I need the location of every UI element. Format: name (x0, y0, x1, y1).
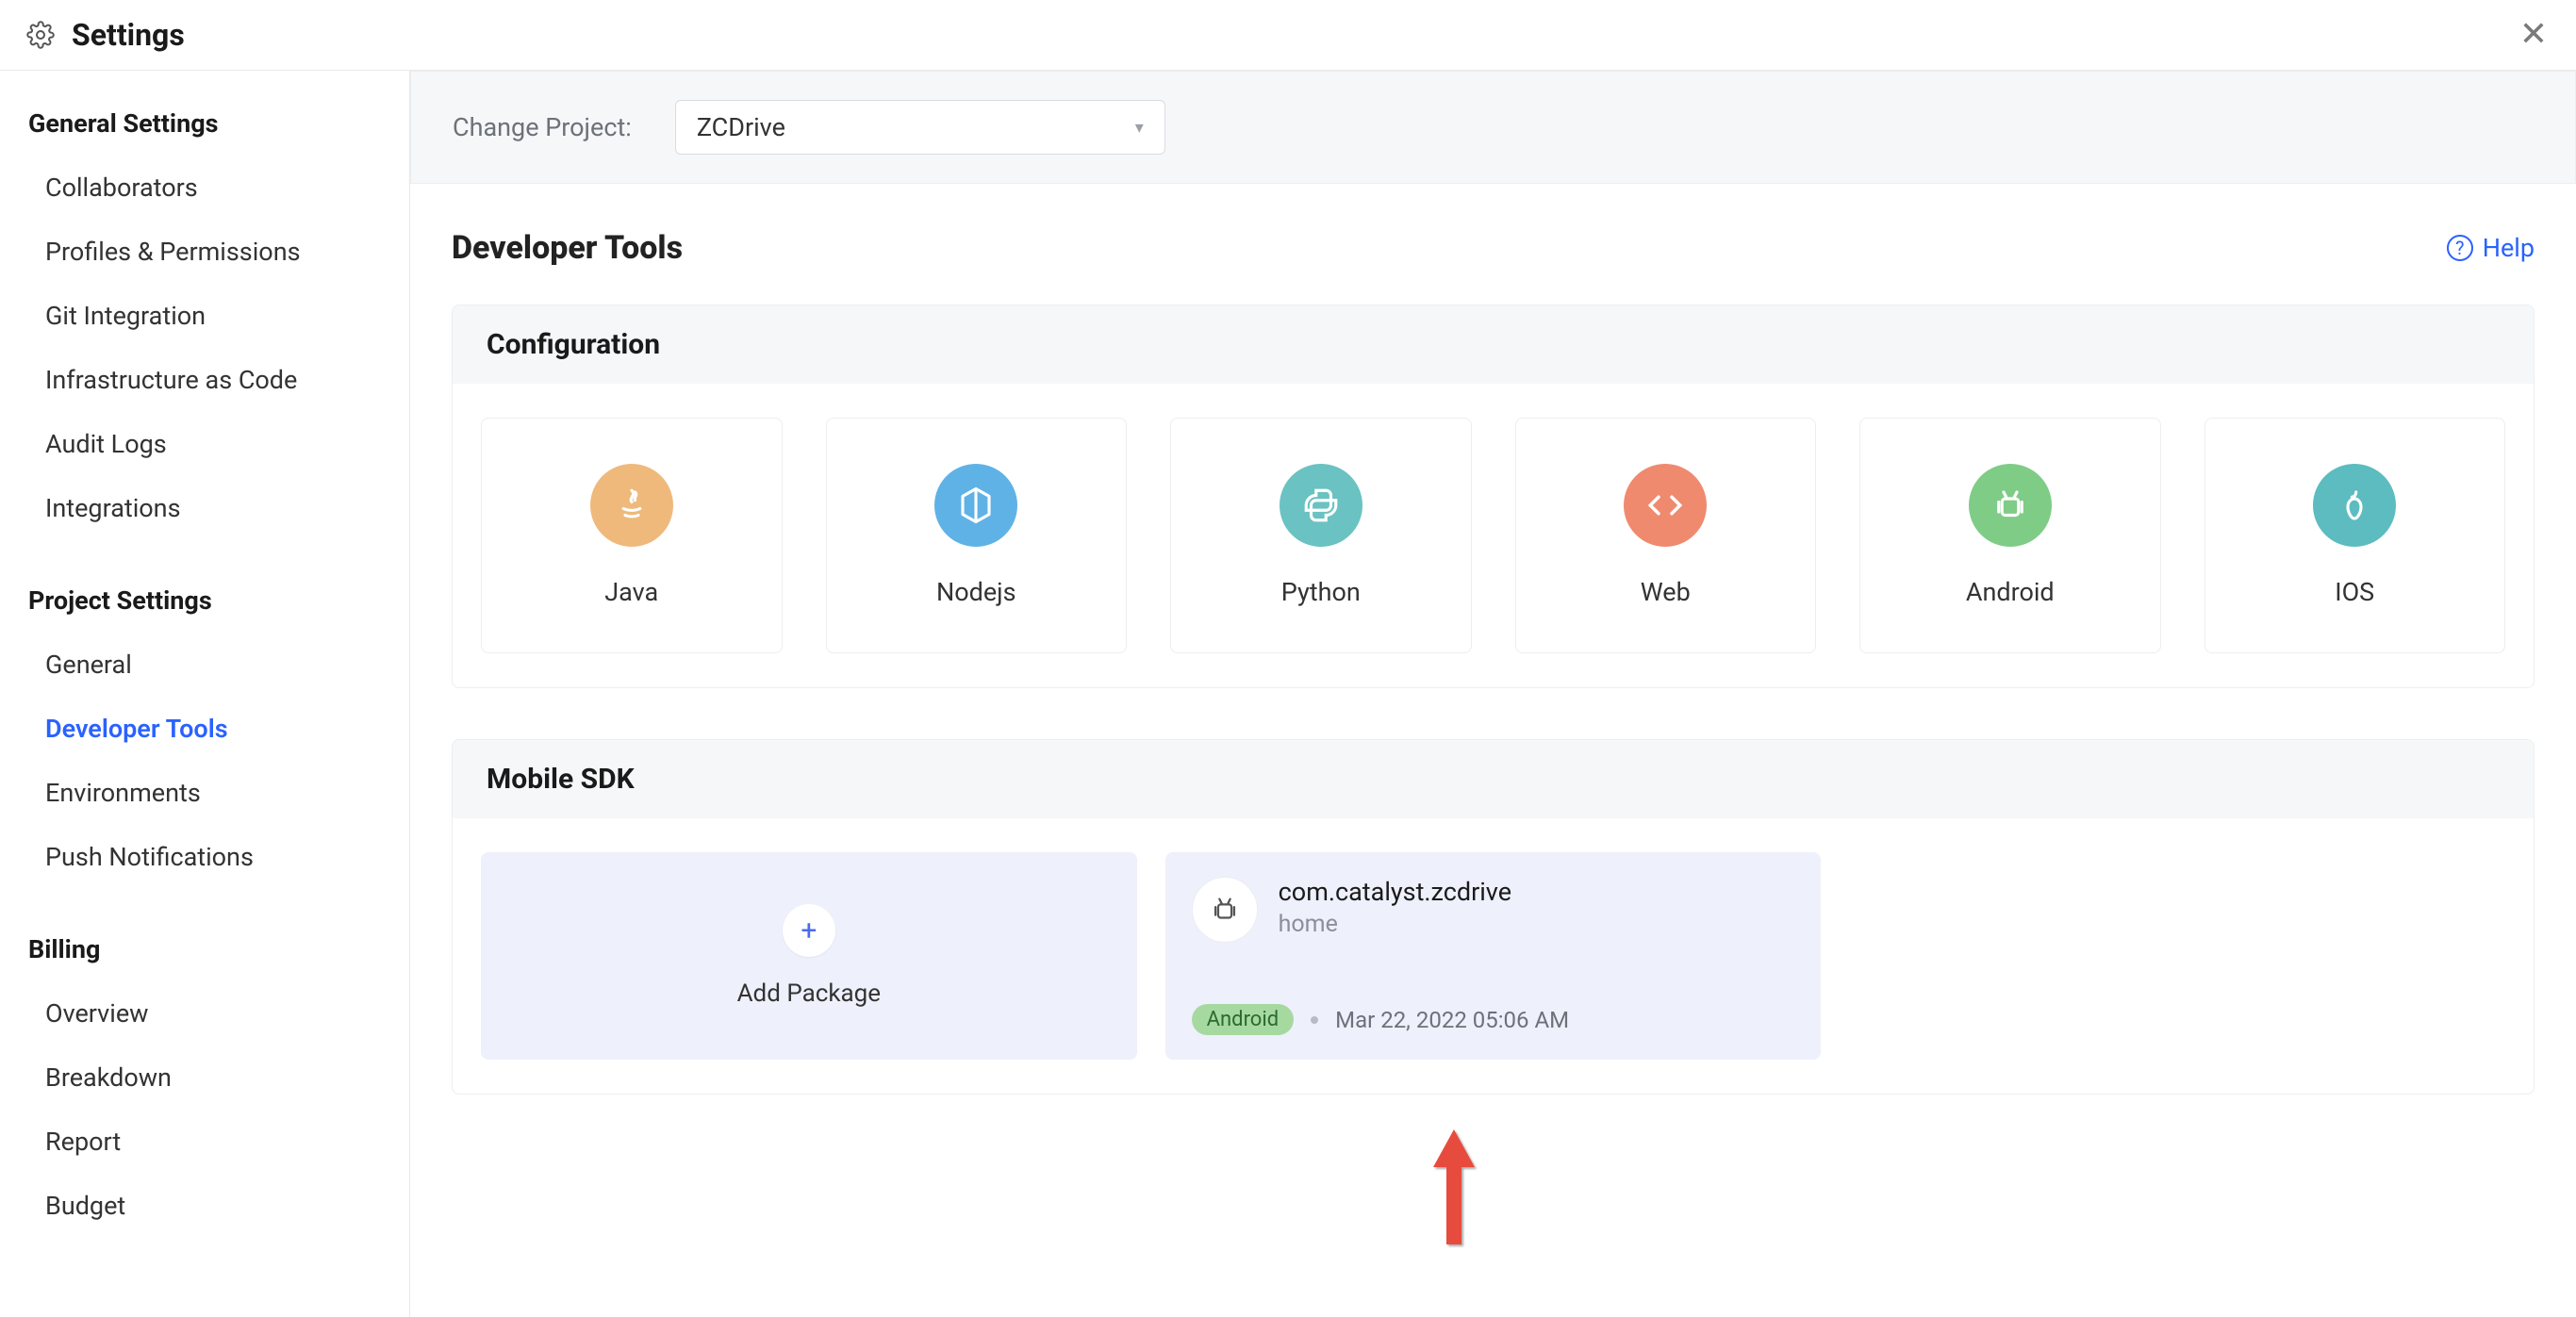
sidebar-item-budget[interactable]: Budget (28, 1174, 409, 1238)
sidebar-item-integrations[interactable]: Integrations (28, 476, 409, 540)
project-select-value: ZCDrive (697, 112, 785, 142)
add-package-label: Add Package (737, 980, 881, 1008)
nodejs-icon (934, 464, 1017, 547)
python-icon (1280, 464, 1362, 547)
sidebar-item-collaborators[interactable]: Collaborators (28, 156, 409, 220)
project-bar: Change Project: ZCDrive ▾ (410, 71, 2576, 184)
close-button[interactable]: ✕ (2519, 17, 2548, 51)
page-title: Settings (72, 17, 185, 53)
java-icon (590, 464, 673, 547)
add-package-card[interactable]: + Add Package (481, 852, 1137, 1060)
sidebar-item-overview[interactable]: Overview (28, 981, 409, 1045)
package-card[interactable]: com.catalyst.zcdrive home Android Mar 22… (1165, 852, 1822, 1060)
sidebar-section-general: General Settings (28, 108, 409, 139)
settings-sidebar: General Settings Collaborators Profiles … (0, 71, 410, 1317)
sidebar-item-push-notifications[interactable]: Push Notifications (28, 825, 409, 889)
help-icon: ? (2447, 235, 2473, 261)
sidebar-item-infrastructure-as-code[interactable]: Infrastructure as Code (28, 348, 409, 412)
sidebar-item-report[interactable]: Report (28, 1110, 409, 1174)
config-label: Web (1641, 577, 1691, 607)
config-card-web[interactable]: Web (1515, 418, 1817, 653)
config-card-ios[interactable]: IOS (2204, 418, 2506, 653)
config-label: Java (604, 577, 658, 607)
config-label: Nodejs (936, 577, 1016, 607)
package-name: com.catalyst.zcdrive (1279, 877, 1511, 907)
gear-icon (26, 21, 55, 49)
config-label: Python (1281, 577, 1361, 607)
configuration-panel: Configuration Java (452, 305, 2535, 688)
platform-badge: Android (1192, 1004, 1294, 1035)
chevron-down-icon: ▾ (1135, 118, 1144, 138)
config-label: Android (1966, 577, 2055, 607)
mobile-sdk-heading: Mobile SDK (453, 740, 2534, 818)
plus-icon: + (783, 904, 835, 957)
ios-icon (2313, 464, 2396, 547)
sidebar-item-audit-logs[interactable]: Audit Logs (28, 412, 409, 476)
sidebar-section-billing: Billing (28, 934, 409, 964)
config-label: IOS (2335, 577, 2374, 607)
sidebar-item-profiles-permissions[interactable]: Profiles & Permissions (28, 220, 409, 284)
sidebar-section-project: Project Settings (28, 585, 409, 616)
config-card-android[interactable]: Android (1859, 418, 2161, 653)
sidebar-item-git-integration[interactable]: Git Integration (28, 284, 409, 348)
config-card-nodejs[interactable]: Nodejs (826, 418, 1128, 653)
sidebar-item-general[interactable]: General (28, 633, 409, 697)
package-subtitle: home (1279, 911, 1511, 938)
change-project-label: Change Project: (453, 112, 632, 142)
help-label: Help (2483, 233, 2535, 263)
separator-dot (1311, 1016, 1318, 1024)
mobile-sdk-panel: Mobile SDK + Add Package (452, 739, 2535, 1095)
web-icon (1624, 464, 1707, 547)
settings-header: Settings ✕ (0, 0, 2576, 71)
config-card-python[interactable]: Python (1170, 418, 1472, 653)
package-timestamp: Mar 22, 2022 05:06 AM (1335, 1007, 1569, 1033)
content-title: Developer Tools (452, 229, 683, 267)
android-icon (1969, 464, 2052, 547)
sidebar-item-developer-tools[interactable]: Developer Tools (28, 697, 409, 761)
project-select[interactable]: ZCDrive ▾ (675, 100, 1165, 155)
sidebar-item-breakdown[interactable]: Breakdown (28, 1045, 409, 1110)
configuration-heading: Configuration (453, 305, 2534, 384)
help-link[interactable]: ? Help (2447, 233, 2535, 263)
config-card-java[interactable]: Java (481, 418, 783, 653)
sidebar-item-environments[interactable]: Environments (28, 761, 409, 825)
android-icon (1192, 877, 1258, 943)
